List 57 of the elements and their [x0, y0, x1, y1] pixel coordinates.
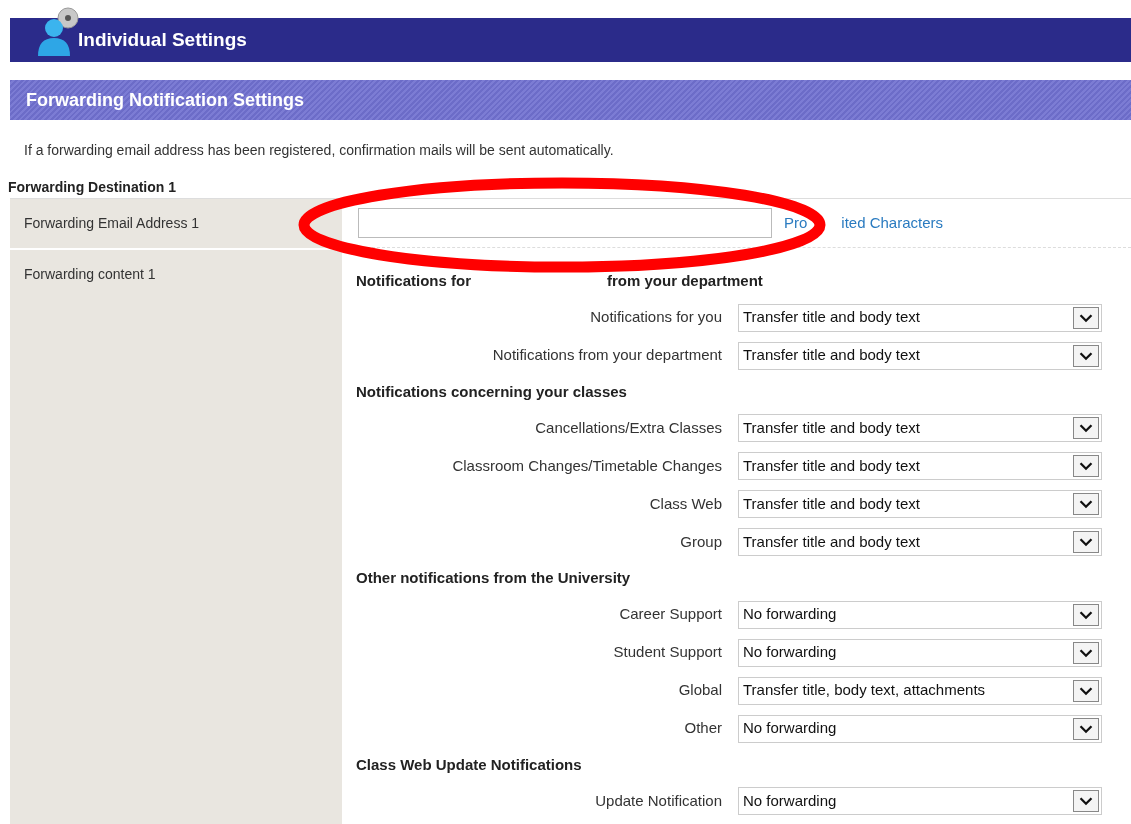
- select-value: Transfer title and body text: [743, 307, 921, 328]
- setting-label: Notifications from your department: [491, 345, 723, 366]
- chevron-down-icon: [1073, 790, 1099, 812]
- forwarding-select[interactable]: No forwarding: [738, 638, 1102, 667]
- prohibited-characters-link[interactable]: Pro ited Characters: [784, 211, 944, 235]
- group-heading: Notifications for: [356, 271, 471, 291]
- setting-label: Classroom Changes/Timetable Changes: [451, 455, 723, 476]
- select-value: Transfer title and body text: [743, 345, 921, 366]
- email-input[interactable]: [358, 208, 772, 238]
- setting-label: Group: [679, 531, 723, 552]
- forwarding-select[interactable]: No forwarding: [738, 714, 1102, 743]
- forwarding-select[interactable]: No forwarding: [738, 787, 1102, 815]
- select-value: No forwarding: [743, 642, 837, 663]
- select-value: Transfer title and body text: [743, 531, 921, 552]
- select-value: Transfer title and body text: [743, 493, 921, 514]
- chevron-down-icon: [1073, 717, 1099, 740]
- select-value: No forwarding: [743, 790, 837, 811]
- forwarding-select[interactable]: Transfer title, body text, attachments: [738, 676, 1102, 705]
- forwarding-select[interactable]: Transfer title and body text: [738, 303, 1102, 332]
- description-text: If a forwarding email address has been registered, confirmation mails will be sent automatically.: [24, 141, 615, 160]
- chevron-down-icon: [1073, 493, 1099, 515]
- page-title: Individual Settings: [78, 27, 247, 52]
- chevron-down-icon: [1073, 679, 1099, 702]
- chevron-down-icon: [1073, 344, 1099, 367]
- forwarding-select[interactable]: Transfer title and body text: [738, 414, 1102, 442]
- group-heading: Other notifications from the University: [356, 568, 632, 588]
- chevron-down-icon: [1073, 531, 1099, 553]
- forwarding-select[interactable]: Transfer title and body text: [738, 490, 1102, 518]
- group-heading: Notifications concerning your classes: [356, 381, 628, 402]
- forwarding-select[interactable]: No forwarding: [738, 600, 1102, 629]
- setting-label: Update Notification: [594, 790, 723, 811]
- select-value: Transfer title and body text: [743, 455, 921, 476]
- group-heading: Class Web Update Notifications: [356, 754, 583, 775]
- setting-label: Student Support: [612, 642, 723, 663]
- select-value: No forwarding: [743, 604, 837, 625]
- chevron-down-icon: [1073, 306, 1099, 329]
- forwarding-select[interactable]: Transfer title and body text: [738, 528, 1102, 556]
- setting-label: Career Support: [618, 604, 723, 625]
- label-cell: Forwarding content 1: [10, 250, 342, 824]
- setting-label: Other: [683, 718, 723, 739]
- forwarding-select[interactable]: Transfer title and body text: [738, 341, 1102, 370]
- setting-label: Notifications for you: [589, 307, 723, 328]
- destination-title: Forwarding Destination 1: [8, 178, 177, 197]
- chevron-down-icon: [1073, 417, 1099, 439]
- select-value: No forwarding: [743, 718, 837, 739]
- chevron-down-icon: [1073, 455, 1099, 477]
- setting-label: Class Web: [648, 493, 723, 514]
- setting-label: Global: [677, 680, 723, 701]
- select-value: Transfer title and body text: [743, 417, 921, 438]
- chevron-down-icon: [1073, 603, 1099, 626]
- section-title: Forwarding Notification Settings: [26, 88, 304, 112]
- chevron-down-icon: [1073, 641, 1099, 664]
- group-heading: from your department: [607, 271, 763, 291]
- forwarding-select[interactable]: Transfer title and body text: [738, 452, 1102, 480]
- setting-label: Cancellations/Extra Classes: [534, 417, 723, 438]
- label-cell: Forwarding Email Address 1: [10, 199, 342, 248]
- select-value: Transfer title, body text, attachments: [743, 680, 986, 701]
